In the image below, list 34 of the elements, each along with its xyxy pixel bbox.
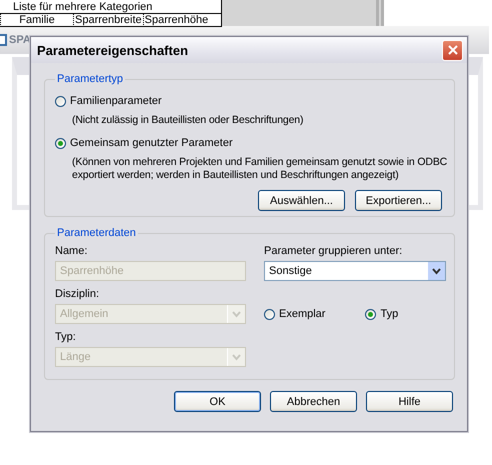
radio-label[interactable]: Familienparameter: [70, 95, 162, 107]
window-icon: [0, 33, 8, 47]
column-header: Sparrenhöhe: [142, 14, 210, 26]
push-button[interactable]: Abbrechen: [270, 391, 357, 412]
close-button[interactable]: [442, 40, 463, 60]
field-label: Typ:: [55, 330, 77, 344]
radio-label[interactable]: Gemeinsam genutzter Parameter: [70, 137, 233, 149]
window-title: SPA: [9, 34, 31, 46]
chevron-down-icon: [232, 310, 241, 318]
chevron-down-icon: [232, 354, 241, 360]
radio-button[interactable]: [264, 308, 275, 320]
option-note: (Nicht zulässig in Bauteillisten oder Beschriftungen): [72, 114, 304, 127]
column-header: Sparrenbreite: [73, 14, 143, 26]
chevron-down-icon: [432, 268, 441, 274]
radio-button[interactable]: [55, 96, 66, 106]
push-button[interactable]: OK: [174, 391, 261, 412]
push-button[interactable]: Auswählen...: [258, 190, 345, 211]
dropdown[interactable]: Sonstige: [264, 261, 446, 281]
schedule-title: Liste für mehrere Kategorien: [0, 0, 221, 14]
close-icon: [448, 45, 458, 55]
dialog-title: Parametereigenschaften: [37, 42, 188, 58]
radio-button[interactable]: [365, 308, 376, 320]
field-label: Parameter gruppieren unter:: [264, 244, 404, 258]
push-button[interactable]: Exportieren...: [355, 190, 442, 211]
push-button[interactable]: Hilfe: [366, 391, 453, 412]
group-legend: Parametertyp: [55, 73, 126, 85]
radio-label[interactable]: Typ: [380, 308, 398, 320]
column-header: Familie: [0, 14, 73, 26]
group-legend: Parameterdaten: [55, 227, 138, 239]
radio-button[interactable]: [55, 138, 66, 148]
radio-label[interactable]: Exemplar: [279, 308, 326, 320]
field-label: Name:: [55, 244, 88, 258]
option-note: (Können von mehreren Projekten und Familien gemeinsam genutzt sowie in ODBC exportiert werden; werden in Bauteillisten und Beschriftungen angezeigt): [72, 156, 448, 182]
field-label: Disziplin:: [55, 287, 100, 301]
